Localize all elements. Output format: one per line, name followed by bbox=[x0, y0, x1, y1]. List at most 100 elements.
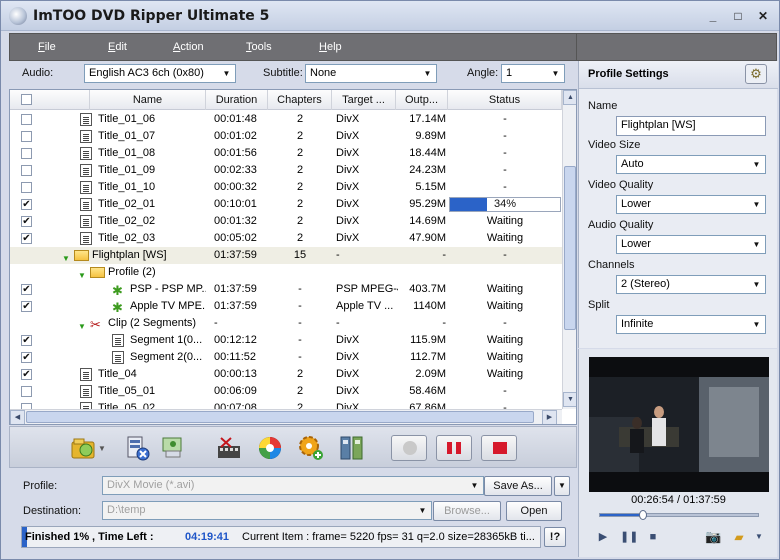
table-row[interactable]: ✔ Segment 2(0... 00:11:52 - DivX 112.7M Waitin… bbox=[10, 349, 562, 366]
row-checkbox[interactable] bbox=[21, 148, 32, 159]
menu-tools[interactable]: Tools bbox=[246, 41, 272, 53]
name-field[interactable]: Flightplan [WS] bbox=[616, 116, 766, 136]
table-row[interactable]: Title_01_10 00:00:32 2 DivX 5.15M - bbox=[10, 179, 562, 196]
seek-knob[interactable] bbox=[639, 510, 648, 520]
close-button[interactable]: ✕ bbox=[755, 9, 771, 23]
table-row[interactable]: ✔ ✱ Apple TV MPE... 01:37:59 - Apple TV ... 11… bbox=[10, 298, 562, 315]
row-checkbox[interactable]: ✔ bbox=[21, 199, 32, 210]
snapshot-icon[interactable]: 📷 bbox=[705, 529, 721, 545]
gear-icon[interactable]: ⚙ bbox=[745, 64, 767, 84]
color-wheel-icon[interactable] bbox=[256, 434, 284, 462]
row-target: DivX bbox=[336, 334, 360, 346]
row-checkbox[interactable] bbox=[21, 165, 32, 176]
open-button[interactable]: Open bbox=[506, 501, 562, 521]
table-row[interactable]: ▼ Profile (2) bbox=[10, 264, 562, 281]
audio-select[interactable]: English AC3 6ch (0x80) ▼ bbox=[84, 64, 236, 83]
vertical-scrollbar[interactable]: ▲ ▼ bbox=[562, 90, 576, 409]
angle-select[interactable]: 1 ▼ bbox=[501, 64, 565, 83]
table-row[interactable]: Title_05_01 00:06:09 2 DivX 58.46M - bbox=[10, 383, 562, 400]
stop-button[interactable] bbox=[481, 435, 517, 461]
subtitle-select[interactable]: None ▼ bbox=[305, 64, 437, 83]
save-as-button[interactable]: Save As... bbox=[484, 476, 552, 496]
row-checkbox[interactable] bbox=[21, 182, 32, 193]
pause-button[interactable] bbox=[436, 435, 472, 461]
table-row[interactable]: Title_01_09 00:02:33 2 DivX 24.23M - bbox=[10, 162, 562, 179]
profile-select[interactable]: DivX Movie (*.avi) ▼ bbox=[102, 476, 484, 495]
row-target: DivX bbox=[336, 181, 360, 193]
browse-button[interactable]: Browse... bbox=[433, 501, 501, 521]
menu-help[interactable]: Help bbox=[319, 41, 342, 53]
document-icon bbox=[80, 215, 92, 228]
pause-icon[interactable]: ❚❚ bbox=[620, 529, 638, 545]
video-quality-label: Video Quality bbox=[588, 179, 654, 191]
row-checkbox[interactable] bbox=[21, 131, 32, 142]
col-name[interactable]: Name bbox=[90, 90, 206, 110]
destination-select[interactable]: D:\temp ▼ bbox=[102, 501, 432, 520]
scroll-thumb[interactable] bbox=[564, 166, 576, 330]
stop-icon[interactable]: ■ bbox=[645, 529, 661, 545]
table-row[interactable]: ✔ Title_02_01 00:10:01 2 DivX 95.29M 34% bbox=[10, 196, 562, 213]
col-duration[interactable]: Duration bbox=[206, 90, 268, 110]
horizontal-scrollbar[interactable]: ◀ ▶ bbox=[10, 409, 562, 424]
settings-add-icon[interactable] bbox=[297, 434, 325, 462]
effects-icon[interactable] bbox=[215, 434, 243, 462]
table-row[interactable]: ✔ Segment 1(0... 00:12:12 - DivX 115.9M Waitin… bbox=[10, 332, 562, 349]
table-row[interactable]: Title_01_07 00:01:02 2 DivX 9.89M - bbox=[10, 128, 562, 145]
hscroll-thumb[interactable] bbox=[26, 411, 534, 423]
table-row[interactable]: ▼ ✂ Clip (2 Segments) - - - - - bbox=[10, 315, 562, 332]
help-button[interactable]: !? bbox=[544, 527, 566, 547]
channels-select[interactable]: 2 (Stereo) ▼ bbox=[616, 275, 766, 294]
scroll-right-icon[interactable]: ▶ bbox=[542, 410, 557, 424]
table-row[interactable]: Title_01_06 00:01:48 2 DivX 17.14M - bbox=[10, 111, 562, 128]
menu-file[interactable]: File bbox=[38, 41, 56, 53]
scroll-up-icon[interactable]: ▲ bbox=[563, 90, 576, 105]
play-icon[interactable]: ▶ bbox=[595, 529, 611, 545]
audio-quality-select[interactable]: Lower ▼ bbox=[616, 235, 766, 254]
table-row[interactable]: Title_01_08 00:01:56 2 DivX 18.44M - bbox=[10, 145, 562, 162]
row-output: 14.69M bbox=[409, 215, 446, 227]
scroll-left-icon[interactable]: ◀ bbox=[10, 410, 25, 424]
chevron-down-icon: ▼ bbox=[470, 481, 479, 490]
menu-edit[interactable]: Edit bbox=[108, 41, 127, 53]
row-checkbox[interactable]: ✔ bbox=[21, 233, 32, 244]
row-checkbox[interactable]: ✔ bbox=[21, 301, 32, 312]
table-row[interactable]: ▼ Flightplan [WS] 01:37:59 15- - - bbox=[10, 247, 562, 264]
split-select[interactable]: Infinite ▼ bbox=[616, 315, 766, 334]
row-checkbox[interactable]: ✔ bbox=[21, 369, 32, 380]
scroll-down-icon[interactable]: ▼ bbox=[563, 392, 576, 407]
seek-track[interactable] bbox=[599, 510, 759, 520]
row-checkbox[interactable]: ✔ bbox=[21, 335, 32, 346]
folder-dropdown-icon[interactable]: ▼ bbox=[751, 529, 767, 545]
save-as-dropdown-icon[interactable]: ▼ bbox=[554, 476, 570, 496]
table-row[interactable]: ✔ ✱ PSP - PSP MP... 01:37:59 - PSP MPEG-4 403.… bbox=[10, 281, 562, 298]
open-folder-icon[interactable]: ▰ bbox=[731, 529, 747, 545]
remove-icon[interactable] bbox=[124, 434, 152, 462]
row-checkbox[interactable]: ✔ bbox=[21, 352, 32, 363]
merge-icon[interactable] bbox=[338, 434, 366, 462]
table-row[interactable]: ✔ Title_02_03 00:05:02 2 DivX 47.90M Waiting bbox=[10, 230, 562, 247]
col-output[interactable]: Outp... bbox=[396, 90, 448, 110]
menu-action[interactable]: Action bbox=[173, 41, 204, 53]
row-checkbox[interactable]: ✔ bbox=[21, 216, 32, 227]
row-checkbox[interactable]: ✔ bbox=[21, 284, 32, 295]
clip-icon[interactable] bbox=[160, 434, 188, 462]
row-name: Title_02_02 bbox=[98, 215, 156, 227]
minimize-button[interactable]: _ bbox=[705, 9, 721, 23]
col-target[interactable]: Target ... bbox=[332, 90, 396, 110]
select-all-checkbox[interactable] bbox=[21, 94, 32, 105]
row-checkbox[interactable] bbox=[21, 386, 32, 397]
video-quality-select[interactable]: Lower ▼ bbox=[616, 195, 766, 214]
record-button[interactable] bbox=[391, 435, 427, 461]
maximize-button[interactable]: □ bbox=[730, 9, 746, 23]
row-target: DivX bbox=[336, 232, 360, 244]
col-status[interactable]: Status bbox=[448, 90, 562, 110]
add-dropdown-icon[interactable]: ▼ bbox=[98, 434, 112, 462]
row-checkbox[interactable] bbox=[21, 114, 32, 125]
row-output: 2.09M bbox=[415, 368, 446, 380]
profile-settings-header: Profile Settings ⚙ bbox=[579, 61, 778, 89]
table-row[interactable]: ✔ Title_04 00:00:13 2 DivX 2.09M Waiting bbox=[10, 366, 562, 383]
col-chapters[interactable]: Chapters bbox=[268, 90, 332, 110]
video-size-select[interactable]: Auto ▼ bbox=[616, 155, 766, 174]
add-files-icon[interactable] bbox=[70, 434, 98, 462]
table-row[interactable]: ✔ Title_02_02 00:01:32 2 DivX 14.69M Waiting bbox=[10, 213, 562, 230]
